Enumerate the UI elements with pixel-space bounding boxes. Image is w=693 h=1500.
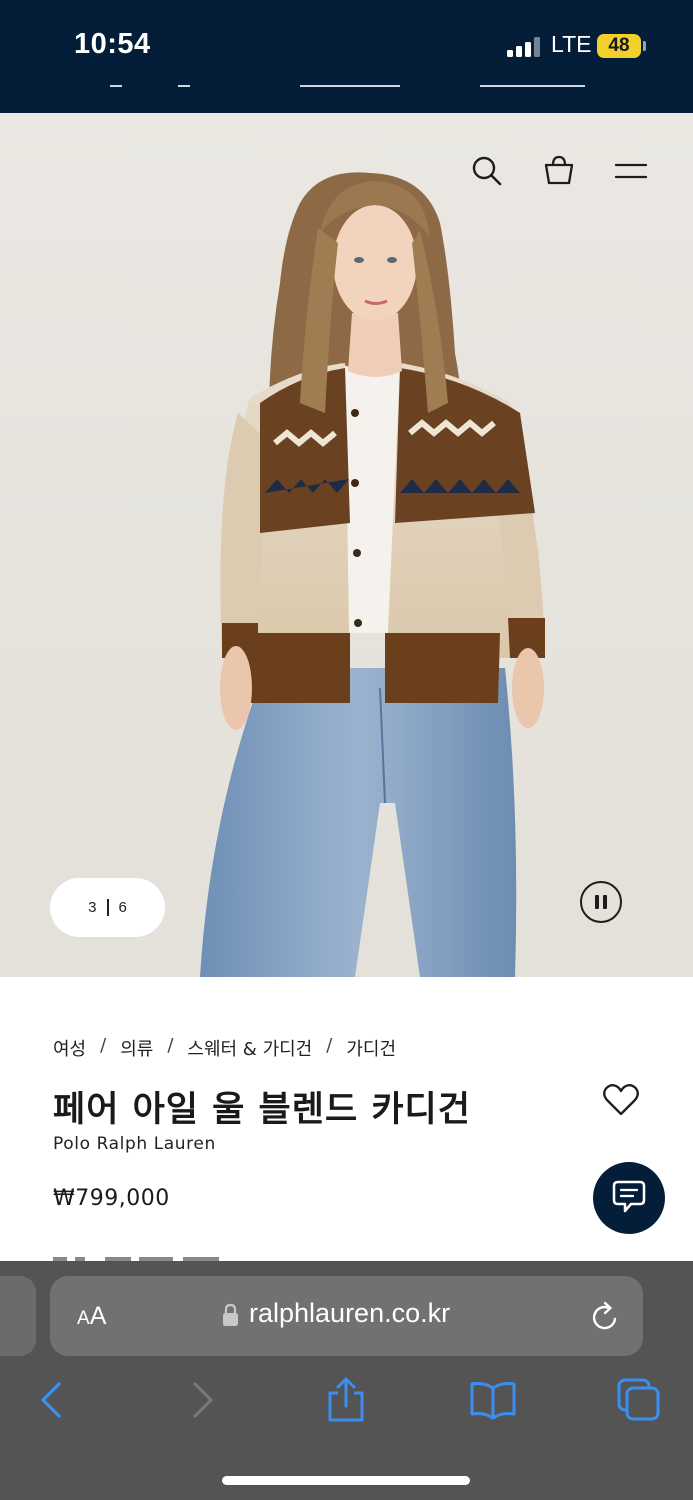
battery-tip (643, 41, 646, 51)
tabs-icon (617, 1378, 660, 1421)
status-bar: 10:54 LTE 48 (0, 0, 693, 113)
reload-icon[interactable] (590, 1300, 620, 1332)
forward-icon (193, 1382, 213, 1418)
menu-button[interactable] (611, 151, 651, 191)
breadcrumb: 여성 / 의류 / 스웨터 & 가디건 / 가디건 (53, 1035, 396, 1061)
gallery-counter: 3 6 (50, 878, 165, 937)
breadcrumb-clothing[interactable]: 의류 (120, 1035, 153, 1061)
description-cutoff (53, 1251, 223, 1261)
pause-button[interactable] (580, 881, 622, 923)
tabs-button[interactable] (615, 1376, 663, 1424)
promo-banner-remnant (100, 85, 600, 89)
product-price: ₩799,000 (53, 1186, 170, 1211)
wishlist-button[interactable] (601, 1080, 641, 1120)
product-title: 페어 아일 울 블렌드 카디건 (53, 1089, 471, 1130)
text-size-button[interactable]: AA (77, 1302, 106, 1331)
text-size-large: A (89, 1302, 107, 1330)
breadcrumb-separator: / (167, 1035, 174, 1056)
breadcrumb-cardigans[interactable]: 가디건 (346, 1035, 396, 1061)
share-icon (328, 1377, 364, 1422)
home-indicator[interactable] (222, 1476, 470, 1485)
breadcrumb-separator: / (100, 1035, 107, 1056)
pause-icon (595, 895, 599, 909)
signal-icon (507, 37, 543, 57)
gallery-current: 3 (88, 899, 97, 916)
product-photo (200, 172, 545, 977)
back-icon (41, 1382, 61, 1418)
previous-tab-preview[interactable] (0, 1276, 36, 1356)
chat-button[interactable] (593, 1162, 665, 1234)
product-info: 여성 / 의류 / 스웨터 & 가디건 / 가디건 페어 아일 울 블렌드 카디… (0, 977, 693, 1261)
browser-toolbar: AA ralphlauren.co.kr (0, 1261, 693, 1500)
network-type: LTE (551, 31, 592, 57)
breadcrumb-women[interactable]: 여성 (53, 1035, 86, 1061)
search-button[interactable] (467, 151, 507, 191)
shopping-bag-button[interactable] (539, 151, 579, 191)
forward-button[interactable] (178, 1376, 226, 1424)
product-image-gallery[interactable]: 3 6 (0, 113, 693, 977)
status-time: 10:54 (74, 28, 151, 60)
share-button[interactable] (322, 1376, 370, 1424)
lock-icon (223, 1303, 238, 1326)
bookmarks-button[interactable] (469, 1376, 517, 1424)
pause-icon-bar (603, 895, 607, 909)
breadcrumb-sweaters-cardigans[interactable]: 스웨터 & 가디건 (187, 1035, 312, 1061)
search-icon (472, 156, 502, 186)
text-size-small: A (77, 1308, 90, 1329)
shopping-bag-icon (544, 155, 574, 185)
breadcrumb-separator: / (326, 1035, 333, 1056)
counter-divider (106, 899, 109, 916)
menu-icon (614, 163, 648, 179)
url-text: ralphlauren.co.kr (249, 1298, 451, 1328)
back-button[interactable] (28, 1376, 76, 1424)
product-page: 10:54 LTE 48 3 6 여성 / 의류 / 스웨터 & 가디건 / 가… (0, 0, 693, 1500)
chat-icon (612, 1180, 646, 1213)
address-bar[interactable]: AA ralphlauren.co.kr (50, 1276, 643, 1356)
product-brand: Polo Ralph Lauren (53, 1134, 216, 1154)
bookmarks-icon (470, 1382, 516, 1420)
heart-icon (603, 1083, 639, 1116)
gallery-total: 6 (118, 899, 127, 916)
battery-icon: 48 (597, 34, 641, 58)
